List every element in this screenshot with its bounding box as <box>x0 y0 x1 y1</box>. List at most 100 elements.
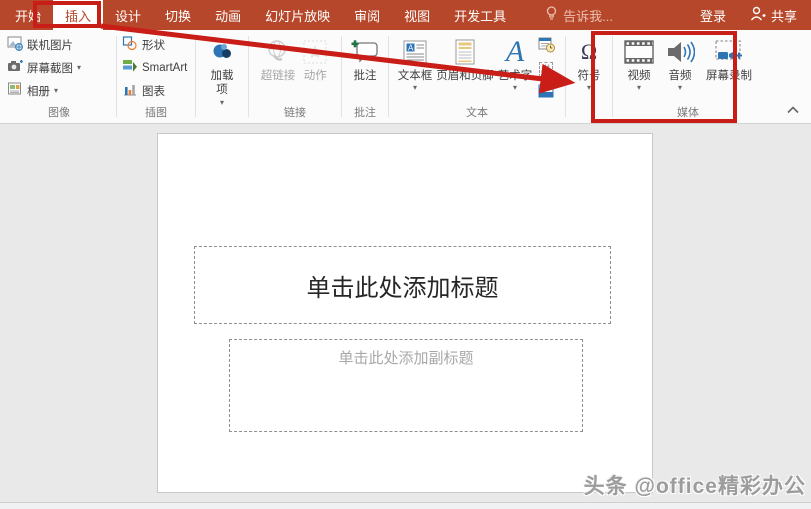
action-star-icon <box>301 35 329 69</box>
shapes-icon <box>122 35 138 54</box>
tab-home[interactable]: 开始 <box>3 0 53 30</box>
subtitle-placeholder[interactable]: 单击此处添加副标题 <box>229 339 583 432</box>
group-text: A 文本框 ▾ 页眉和页脚 A 艺术字 ▾ # 文本 <box>389 32 565 123</box>
video-label: 视频 <box>627 70 651 82</box>
shapes-button[interactable]: 形状 <box>122 33 165 56</box>
slide[interactable]: 单击此处添加标题 单击此处添加副标题 <box>157 133 653 493</box>
status-bar <box>0 502 811 509</box>
tell-me-box[interactable]: 告诉我... <box>546 0 613 30</box>
object-icon <box>538 84 554 101</box>
group-addins: 加载项 ▾ <box>196 32 248 123</box>
group-images: 联机图片 屏幕截图 ▾ 相册 ▾ 图像 <box>2 32 116 123</box>
action-label: 动作 <box>303 70 327 82</box>
wordart-label: 艺术字 <box>497 70 533 82</box>
slide-number-button[interactable]: # <box>536 59 556 79</box>
title-placeholder[interactable]: 单击此处添加标题 <box>194 246 611 324</box>
screen-recording-icon <box>714 35 744 69</box>
smartart-icon <box>122 58 138 77</box>
audio-label: 音频 <box>668 70 692 82</box>
dropdown-arrow-icon: ▾ <box>219 97 224 107</box>
symbol-button[interactable]: Ω 符号 ▾ <box>578 33 601 92</box>
group-illustrations: 形状 SmartArt 图表 插图 <box>117 32 195 123</box>
tab-developer[interactable]: 开发工具 <box>442 0 518 30</box>
wordart-icon: A <box>505 35 525 68</box>
sign-in-button[interactable]: 登录 <box>686 0 740 30</box>
collapse-ribbon-button[interactable] <box>787 105 799 117</box>
ribbon: 联机图片 屏幕截图 ▾ 相册 ▾ 图像 形状 SmartArt 图表 插图 加载… <box>0 30 811 124</box>
group-label-illustrations: 插图 <box>145 107 167 119</box>
tab-design[interactable]: 设计 <box>103 0 153 30</box>
online-pictures-label: 联机图片 <box>27 39 73 52</box>
header-footer-icon <box>453 35 477 69</box>
online-pictures-button[interactable]: 联机图片 <box>7 33 73 56</box>
photo-album-icon <box>7 81 23 100</box>
group-label-links: 链接 <box>284 107 306 119</box>
video-button[interactable]: 视频 ▾ <box>623 33 655 92</box>
tab-transitions[interactable]: 切换 <box>153 0 203 30</box>
screen-recording-button[interactable]: 屏幕录制 <box>705 33 753 83</box>
group-label-media: 媒体 <box>677 107 699 119</box>
dropdown-arrow-icon: ▾ <box>677 83 682 93</box>
group-label-comments: 批注 <box>354 107 376 119</box>
object-button[interactable] <box>536 82 556 102</box>
audio-button[interactable]: 音频 ▾ <box>665 33 695 92</box>
online-picture-icon <box>7 35 23 54</box>
dropdown-arrow-icon: ▾ <box>636 83 641 93</box>
chart-button[interactable]: 图表 <box>122 79 165 102</box>
textbox-label: 文本框 <box>397 70 433 82</box>
comment-bubble-icon <box>350 35 380 69</box>
group-comments: 批注 批注 <box>342 32 388 123</box>
shapes-label: 形状 <box>142 39 165 52</box>
hyperlink-button: 超链接 <box>260 33 296 83</box>
date-time-button[interactable] <box>536 36 556 56</box>
chart-icon <box>122 81 138 100</box>
header-footer-button[interactable]: 页眉和页脚 <box>436 33 494 83</box>
tab-insert[interactable]: 插入 <box>53 0 104 30</box>
symbol-label: 符号 <box>577 70 601 82</box>
dropdown-arrow-icon: ▾ <box>412 83 417 93</box>
textbox-button[interactable]: A 文本框 ▾ <box>397 33 433 93</box>
screenshot-camera-icon <box>7 58 23 77</box>
header-footer-label: 页眉和页脚 <box>436 70 494 82</box>
photo-album-label: 相册 <box>27 85 50 98</box>
svg-text:A: A <box>408 43 414 52</box>
watermark-text: 头条 @office精彩办公 <box>583 475 806 498</box>
group-media: 视频 ▾ 音频 ▾ 屏幕录制 媒体 <box>617 32 759 123</box>
dropdown-arrow-icon: ▾ <box>512 83 517 93</box>
textbox-icon: A <box>401 35 429 69</box>
video-filmstrip-icon <box>623 35 655 69</box>
group-label-images: 图像 <box>48 107 70 119</box>
tab-view[interactable]: 视图 <box>392 0 442 30</box>
group-links: 超链接 动作 链接 <box>249 32 341 123</box>
action-button: 动作 <box>301 33 329 83</box>
title-bar: 开始 插入 设计 切换 动画 幻灯片放映 审阅 视图 开发工具 告诉我... 登… <box>0 0 811 30</box>
slide-canvas: 单击此处添加标题 单击此处添加副标题 头条 @office精彩办公 <box>0 125 811 502</box>
photo-album-button[interactable]: 相册 ▾ <box>7 79 58 102</box>
tab-slideshow[interactable]: 幻灯片放映 <box>253 0 342 30</box>
dropdown-arrow-icon: ▾ <box>586 83 591 93</box>
smartart-button[interactable]: SmartArt <box>122 56 187 79</box>
group-label-text: 文本 <box>466 107 488 119</box>
tab-animations[interactable]: 动画 <box>203 0 253 30</box>
audio-speaker-icon <box>665 35 695 69</box>
hyperlink-label: 超链接 <box>260 70 296 82</box>
dropdown-arrow-icon: ▾ <box>54 86 59 95</box>
new-comment-button[interactable]: 批注 <box>350 33 380 83</box>
tell-me-label: 告诉我... <box>563 8 613 24</box>
group-symbols: Ω 符号 ▾ <box>566 32 612 123</box>
titlebar-right: 登录 共享 <box>686 0 811 30</box>
comment-label: 批注 <box>353 70 377 82</box>
addins-button[interactable]: 加载项 ▾ <box>205 33 239 107</box>
hyperlink-globe-icon <box>264 35 292 69</box>
share-button[interactable]: 共享 <box>740 0 811 30</box>
smartart-label: SmartArt <box>142 61 188 74</box>
share-label: 共享 <box>770 8 797 24</box>
tab-review[interactable]: 审阅 <box>342 0 392 30</box>
addins-icon <box>209 35 235 69</box>
lightbulb-icon <box>546 6 557 24</box>
date-time-icon <box>538 36 555 56</box>
addins-label: 加载项 <box>210 70 234 97</box>
wordart-button[interactable]: A 艺术字 ▾ <box>498 33 533 92</box>
screenshot-button[interactable]: 屏幕截图 ▾ <box>7 56 81 79</box>
share-person-icon <box>750 6 766 24</box>
